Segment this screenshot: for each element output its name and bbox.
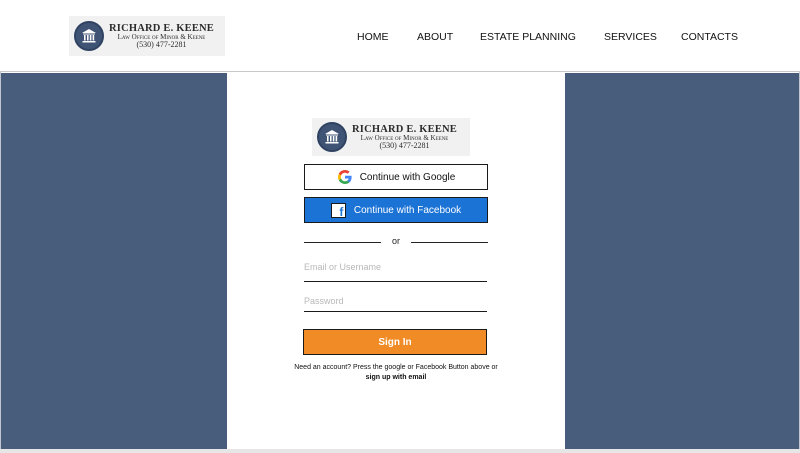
- nav-services[interactable]: SERVICES: [604, 31, 657, 43]
- email-field-wrapper: [304, 257, 487, 282]
- courthouse-icon: [317, 122, 347, 152]
- google-button-label: Continue with Google: [359, 171, 456, 183]
- signup-note-text: Need an account? Press the google or Fac…: [294, 364, 498, 371]
- continue-with-facebook-button[interactable]: f Continue with Facebook: [304, 197, 488, 223]
- side-panel-right: [565, 73, 799, 449]
- logo-text: RICHARD E. KEENE Law Office of Minor & K…: [109, 23, 214, 50]
- nav-estate-planning[interactable]: ESTATE PLANNING: [480, 31, 576, 43]
- continue-with-google-button[interactable]: Continue with Google: [304, 164, 488, 190]
- logo-text: RICHARD E. KEENE Law Office of Minor & K…: [352, 124, 457, 151]
- courthouse-icon: [74, 21, 104, 51]
- email-input[interactable]: [304, 262, 487, 272]
- side-panel-left: [1, 73, 227, 449]
- facebook-icon: f: [331, 202, 347, 218]
- logo-name: RICHARD E. KEENE: [352, 123, 458, 135]
- bottom-strip: [0, 449, 800, 453]
- nav-about[interactable]: ABOUT: [417, 31, 453, 43]
- password-input[interactable]: [304, 296, 487, 306]
- site-header: RICHARD E. KEENE Law Office of Minor & K…: [0, 0, 800, 72]
- divider-line-right: [411, 242, 488, 243]
- sign-up-with-email-link[interactable]: sign up with email: [366, 374, 427, 381]
- divider-text: or: [391, 236, 400, 246]
- nav-home[interactable]: HOME: [357, 31, 389, 43]
- google-icon: [337, 169, 353, 185]
- logo-name: RICHARD E. KEENE: [109, 22, 215, 34]
- site-logo[interactable]: RICHARD E. KEENE Law Office of Minor & K…: [69, 16, 225, 56]
- signup-note: Need an account? Press the google or Fac…: [287, 363, 505, 383]
- facebook-button-label: Continue with Facebook: [353, 204, 462, 216]
- login-card: RICHARD E. KEENE Law Office of Minor & K…: [227, 73, 565, 449]
- sign-in-button[interactable]: Sign In: [303, 329, 487, 355]
- logo-phone: (530) 477-2281: [136, 39, 187, 49]
- nav-contacts[interactable]: CONTACTS: [681, 31, 738, 43]
- password-field-wrapper: [304, 291, 487, 312]
- or-divider: or: [304, 236, 488, 248]
- logo-phone: (530) 477-2281: [379, 140, 430, 150]
- login-logo: RICHARD E. KEENE Law Office of Minor & K…: [312, 118, 470, 156]
